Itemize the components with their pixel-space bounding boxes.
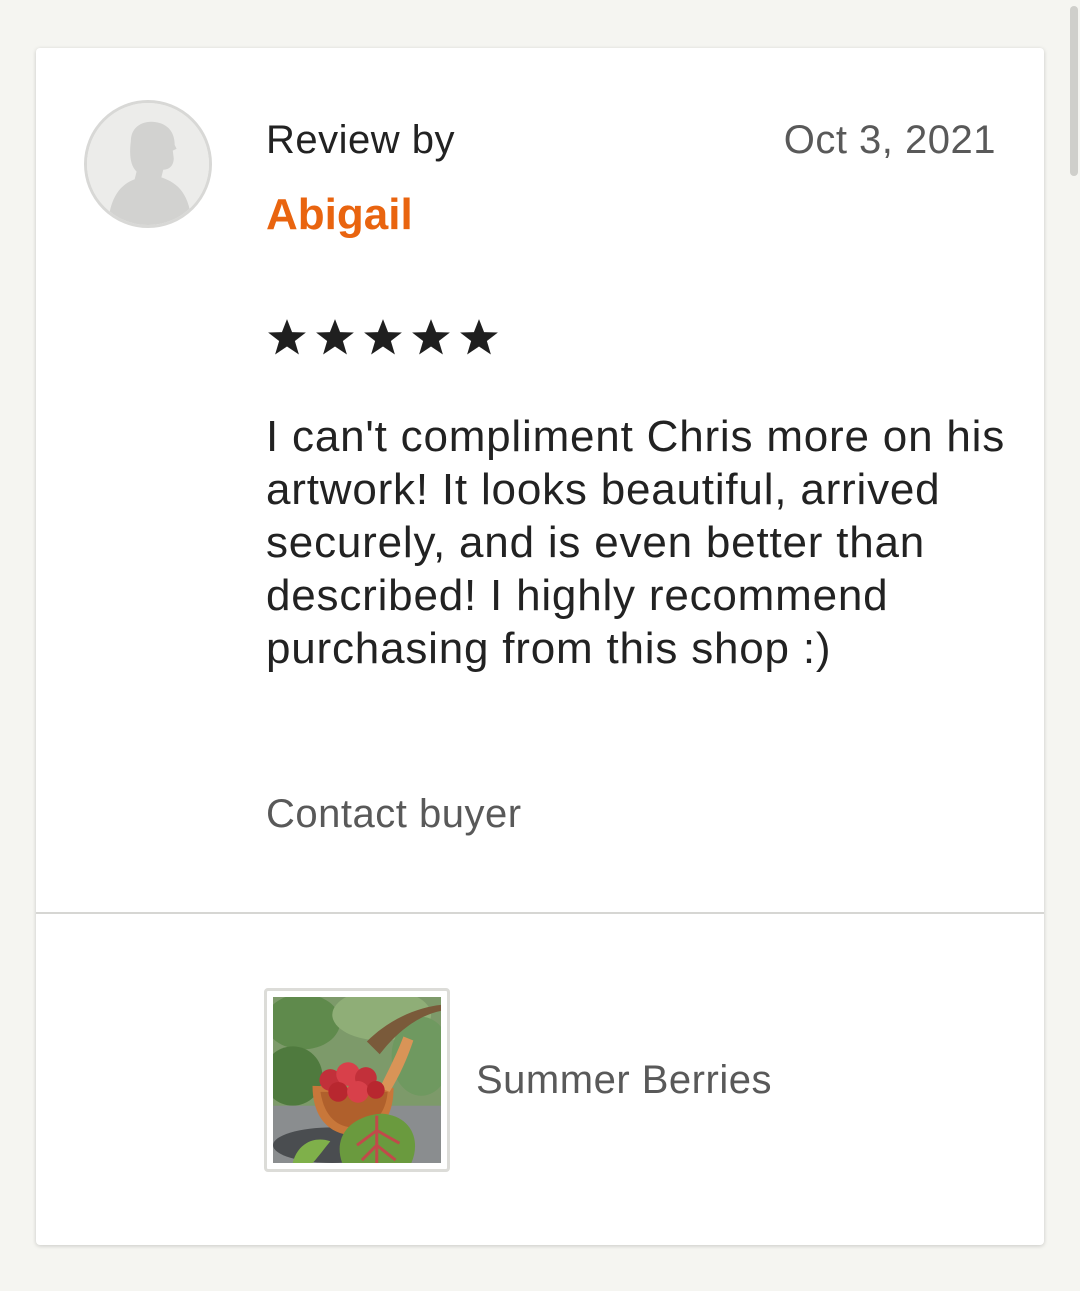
contact-buyer-link[interactable]: Contact buyer [266, 792, 522, 837]
listing-link[interactable]: Summer Berries [264, 988, 772, 1172]
reviewer-name-link[interactable]: Abigail [266, 190, 413, 240]
star-icon [364, 319, 402, 355]
star-icon [316, 319, 354, 355]
star-icon [460, 319, 498, 355]
listing-title[interactable]: Summer Berries [476, 1058, 772, 1103]
card-divider [36, 912, 1044, 914]
page-scrollbar[interactable] [1070, 6, 1078, 176]
default-user-silhouette-icon [87, 103, 209, 225]
reviewer-avatar-icon [84, 100, 212, 228]
star-rating [266, 316, 500, 358]
listing-thumbnail[interactable] [264, 988, 450, 1172]
review-by-label: Review by [266, 118, 456, 162]
review-card: Review by Oct 3, 2021 Abigail I can't co… [36, 48, 1044, 1245]
review-text: I can't compliment Chris more on his art… [266, 412, 1006, 673]
review-date: Oct 3, 2021 [783, 118, 996, 162]
star-icon [412, 319, 450, 355]
berries-painting-thumbnail-icon [273, 997, 441, 1163]
star-icon [268, 319, 306, 355]
